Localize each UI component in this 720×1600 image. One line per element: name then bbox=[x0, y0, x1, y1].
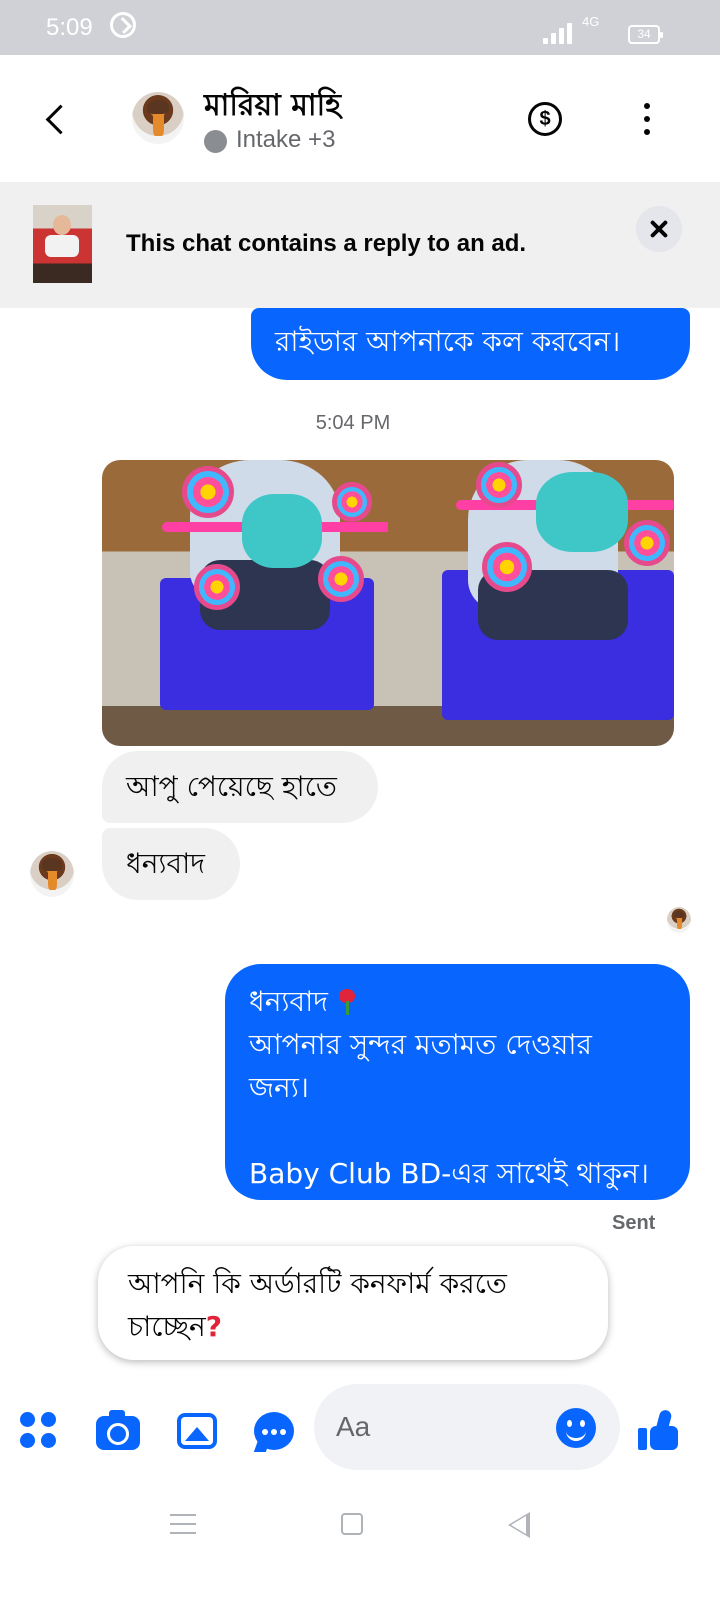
dollar-icon[interactable]: $ bbox=[528, 102, 562, 136]
message-timestamp: 5:04 PM bbox=[315, 412, 391, 434]
signal-icon bbox=[543, 22, 577, 44]
incoming-message[interactable]: ধন্যবাদ bbox=[102, 828, 240, 900]
message-line: চাচ্ছেন? bbox=[128, 1310, 222, 1343]
outgoing-message[interactable]: রাইডার আপনাকে কল করবেন। bbox=[251, 308, 690, 380]
message-line: Baby Club BD-এর সাথেই থাকুন। bbox=[249, 1157, 649, 1190]
contact-status-label[interactable]: Intake +3 bbox=[236, 126, 335, 154]
more-vertical-icon[interactable] bbox=[630, 101, 664, 137]
contact-avatar[interactable] bbox=[132, 92, 184, 144]
emoji-icon[interactable] bbox=[556, 1408, 596, 1448]
system-back-icon[interactable] bbox=[508, 1512, 530, 1538]
system-nav-bar bbox=[0, 1480, 720, 1600]
message-composer bbox=[0, 1380, 720, 1480]
contact-name[interactable]: মারিয়া মাহি bbox=[204, 81, 341, 132]
message-line: আপনার সুন্দর মতামত দেওয়ার bbox=[249, 1028, 592, 1061]
sent-status: Sent bbox=[612, 1212, 656, 1234]
message-text: রাইডার আপনাকে কল করবেন। bbox=[275, 325, 621, 358]
chat-bubble-icon[interactable] bbox=[254, 1412, 294, 1450]
read-receipt-avatar bbox=[667, 907, 691, 933]
thumbs-up-icon[interactable] bbox=[638, 1408, 680, 1452]
status-bar: 5:09 4G 34 bbox=[0, 0, 720, 55]
ad-thumbnail[interactable] bbox=[33, 205, 92, 283]
message-text: ধন্যবাদ bbox=[126, 847, 205, 880]
sync-icon bbox=[110, 12, 136, 38]
outgoing-message[interactable]: আপনি কি অর্ডারটি কনফার্ম করতে চাচ্ছেন? bbox=[98, 1246, 608, 1360]
incoming-photo[interactable] bbox=[388, 460, 674, 746]
ad-reply-banner: This chat contains a reply to an ad. bbox=[0, 182, 720, 308]
ad-banner-text: This chat contains a reply to an ad. bbox=[126, 230, 527, 257]
message-line: আপনি কি অর্ডারটি কনফার্ম করতে bbox=[128, 1267, 507, 1300]
rose-emoji-icon bbox=[336, 989, 358, 1015]
question-mark-emoji-icon: ? bbox=[205, 1310, 222, 1343]
close-icon[interactable] bbox=[636, 206, 682, 252]
message-input-wrapper bbox=[314, 1384, 620, 1470]
network-type: 4G bbox=[582, 14, 600, 29]
camera-icon[interactable] bbox=[96, 1410, 140, 1450]
chat-header: মারিয়া মাহি Intake +3 $ bbox=[0, 55, 720, 182]
home-icon[interactable] bbox=[341, 1513, 363, 1535]
message-line: জন্য। bbox=[249, 1071, 309, 1104]
outgoing-message[interactable]: ধন্যবাদ আপনার সুন্দর মতামত দেওয়ার জন্য।… bbox=[225, 964, 690, 1200]
presence-dot-icon bbox=[204, 130, 227, 153]
gallery-icon[interactable] bbox=[177, 1413, 217, 1449]
message-text: আপু পেয়েছে হাতে bbox=[126, 770, 337, 803]
incoming-message[interactable]: আপু পেয়েছে হাতে bbox=[102, 751, 378, 823]
message-line: ধন্যবাদ bbox=[249, 980, 670, 1023]
message-input[interactable] bbox=[336, 1404, 546, 1450]
message-line bbox=[249, 1109, 670, 1152]
status-time: 5:09 bbox=[46, 14, 93, 41]
incoming-photo[interactable] bbox=[102, 460, 388, 746]
sender-avatar[interactable] bbox=[30, 851, 74, 897]
recent-apps-icon[interactable] bbox=[170, 1512, 196, 1536]
menu-icon[interactable] bbox=[20, 1412, 58, 1450]
battery-icon: 34 bbox=[628, 25, 663, 44]
back-arrow-icon[interactable] bbox=[30, 95, 80, 145]
